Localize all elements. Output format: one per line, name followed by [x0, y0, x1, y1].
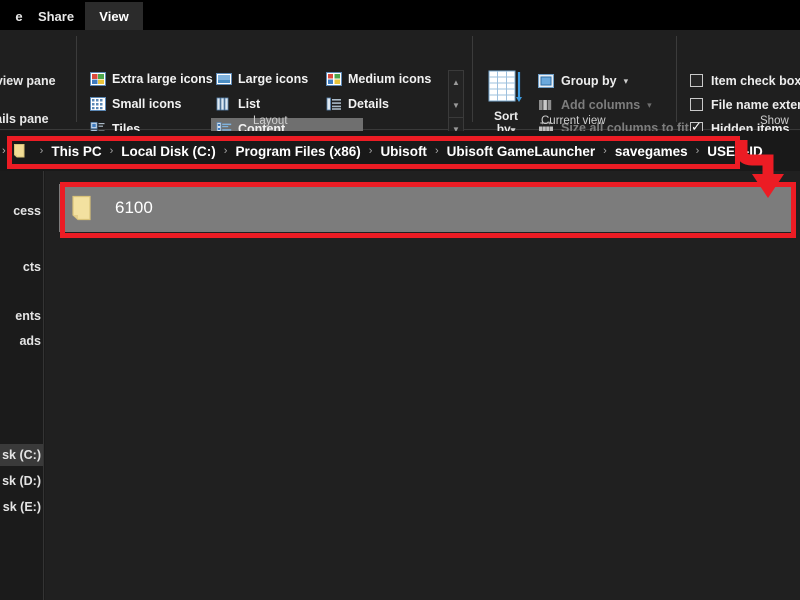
layout-list-label: List	[238, 97, 261, 111]
small-icons-icon	[90, 97, 106, 111]
sidebar-item-3d-objects[interactable]: cts	[0, 256, 43, 278]
preview-pane-label: review pane	[0, 74, 56, 88]
group-label-current-view: Current view	[541, 115, 606, 127]
group-divider-current-view	[676, 36, 677, 122]
navigation-pane[interactable]: cess cts ents ads sk (C:) sk (D:) sk (E:…	[0, 171, 44, 600]
sidebar-item-label: sk (D:)	[2, 474, 41, 488]
sidebar-item-documents[interactable]: ents	[0, 305, 43, 327]
breadcrumb-separator-icon: ›	[695, 145, 700, 157]
sidebar-item-label: ents	[15, 309, 41, 323]
tab-view-label: View	[99, 8, 129, 24]
layout-small-icons[interactable]: Small icons	[85, 93, 189, 115]
layout-medium-icons[interactable]: Medium icons	[321, 68, 439, 90]
sort-by-label-line1: Sort	[494, 109, 518, 123]
breadcrumb-separator-icon: ›	[223, 145, 228, 157]
item-check-boxes-checkbox[interactable]: Item check boxe	[690, 70, 800, 91]
add-columns-icon	[539, 100, 552, 110]
details-pane-label: etails pane	[0, 112, 49, 126]
breadcrumb-ubisoft-gamelauncher[interactable]: Ubisoft GameLauncher	[445, 142, 598, 161]
layout-extra-large-icons[interactable]: Extra large icons	[85, 68, 213, 90]
item-check-boxes-label: Item check boxe	[711, 73, 800, 88]
list-item-name: 6100	[115, 198, 153, 217]
sidebar-item-label: cess	[13, 204, 41, 218]
sidebar-item-label: sk (C:)	[2, 448, 41, 462]
group-label-layout: Layout	[253, 115, 288, 127]
tab-share-label: Share	[37, 8, 75, 24]
add-columns-button[interactable]: Add columns ▾	[538, 94, 652, 116]
medium-icons-icon	[326, 72, 342, 86]
layout-list[interactable]: List	[211, 93, 273, 115]
breadcrumb-user-id[interactable]: USER-ID	[705, 142, 765, 161]
sort-by-icon	[488, 70, 522, 102]
ribbon: review pane etails pane s E	[0, 30, 800, 140]
address-bar-overflow-chevron-icon[interactable]: ›	[2, 145, 6, 157]
layout-details-label: Details	[348, 97, 389, 111]
file-explorer-window: e Share View review pane etails pane s	[0, 0, 800, 600]
breadcrumb-separator-icon: ›	[603, 145, 607, 157]
group-by-caret-icon: ▾	[623, 75, 629, 86]
breadcrumb-local-disk-c[interactable]: Local Disk (C:)	[119, 142, 218, 161]
sidebar-item-desktop[interactable]	[0, 281, 43, 303]
breadcrumb-separator-icon: ›	[109, 145, 114, 157]
sidebar-item-quick-access[interactable]: cess	[0, 200, 43, 222]
address-bar[interactable]: › › This PC › Local Disk (C:) › Program …	[0, 131, 800, 171]
breadcrumb-separator-icon: ›	[368, 145, 373, 157]
sidebar-item-label: ads	[19, 334, 41, 348]
group-divider-panes	[76, 36, 77, 122]
breadcrumb-program-files-x86[interactable]: Program Files (x86)	[233, 142, 362, 161]
sidebar-item-local-disk-e[interactable]: sk (E:)	[0, 496, 43, 518]
layout-large-icons[interactable]: Large icons	[211, 68, 311, 90]
sidebar-item-local-disk-c[interactable]: sk (C:)	[0, 444, 43, 466]
layout-small-icons-label: Small icons	[112, 97, 182, 111]
group-divider-layout	[472, 36, 473, 122]
sidebar-item-label: cts	[22, 260, 41, 274]
sidebar-item-downloads[interactable]: ads	[0, 330, 43, 352]
ribbon-tab-strip: e Share View	[0, 0, 800, 30]
file-name-extensions-checkbox[interactable]: File name extens	[690, 94, 800, 115]
preview-pane-button[interactable]: review pane	[0, 74, 56, 88]
layout-gallery-scrollbar[interactable]: ▲ ▼ ▼	[448, 70, 464, 140]
tab-view[interactable]: View	[85, 2, 143, 30]
group-label-show-hide: Show	[760, 115, 789, 127]
add-columns-caret-icon: ▾	[647, 99, 652, 110]
large-icons-icon	[216, 73, 232, 85]
list-item[interactable]: 6100	[59, 184, 794, 232]
sidebar-item-label: sk (E:)	[2, 500, 41, 514]
file-list-view[interactable]: 6100	[45, 171, 800, 600]
gallery-scroll-down-button[interactable]: ▼	[449, 94, 463, 117]
breadcrumb-this-pc[interactable]: This PC	[49, 142, 103, 161]
group-by-icon	[538, 74, 554, 88]
layout-medium-icons-label: Medium icons	[348, 72, 432, 86]
group-by-button[interactable]: Group by ▾	[538, 70, 628, 92]
list-icon	[216, 97, 229, 111]
file-name-extensions-label: File name extens	[711, 97, 800, 112]
sidebar-item-local-disk-d[interactable]: sk (D:)	[0, 470, 43, 492]
breadcrumb-savegames[interactable]: savegames	[613, 142, 690, 161]
layout-large-icons-label: Large icons	[238, 72, 309, 86]
gallery-scroll-up-button[interactable]: ▲	[449, 71, 463, 94]
add-columns-label: Add columns	[561, 98, 641, 112]
item-check-boxes-box-icon	[690, 74, 703, 87]
details-pane-button[interactable]: etails pane	[0, 112, 49, 126]
breadcrumb-ubisoft[interactable]: Ubisoft	[378, 142, 429, 161]
folder-icon	[72, 195, 91, 221]
layout-extra-large-icons-label: Extra large icons	[112, 72, 213, 86]
breadcrumb-separator-icon: ›	[434, 145, 439, 157]
tab-share[interactable]: Share	[25, 2, 87, 30]
group-by-label: Group by	[561, 74, 617, 88]
file-name-extensions-box-icon	[690, 98, 703, 111]
folder-icon	[13, 144, 25, 158]
tab-home-label: e	[15, 8, 23, 24]
details-icon	[326, 97, 341, 111]
extra-large-icons-icon	[90, 72, 106, 86]
breadcrumb-separator-icon: ›	[39, 145, 44, 157]
layout-details[interactable]: Details	[321, 93, 401, 115]
